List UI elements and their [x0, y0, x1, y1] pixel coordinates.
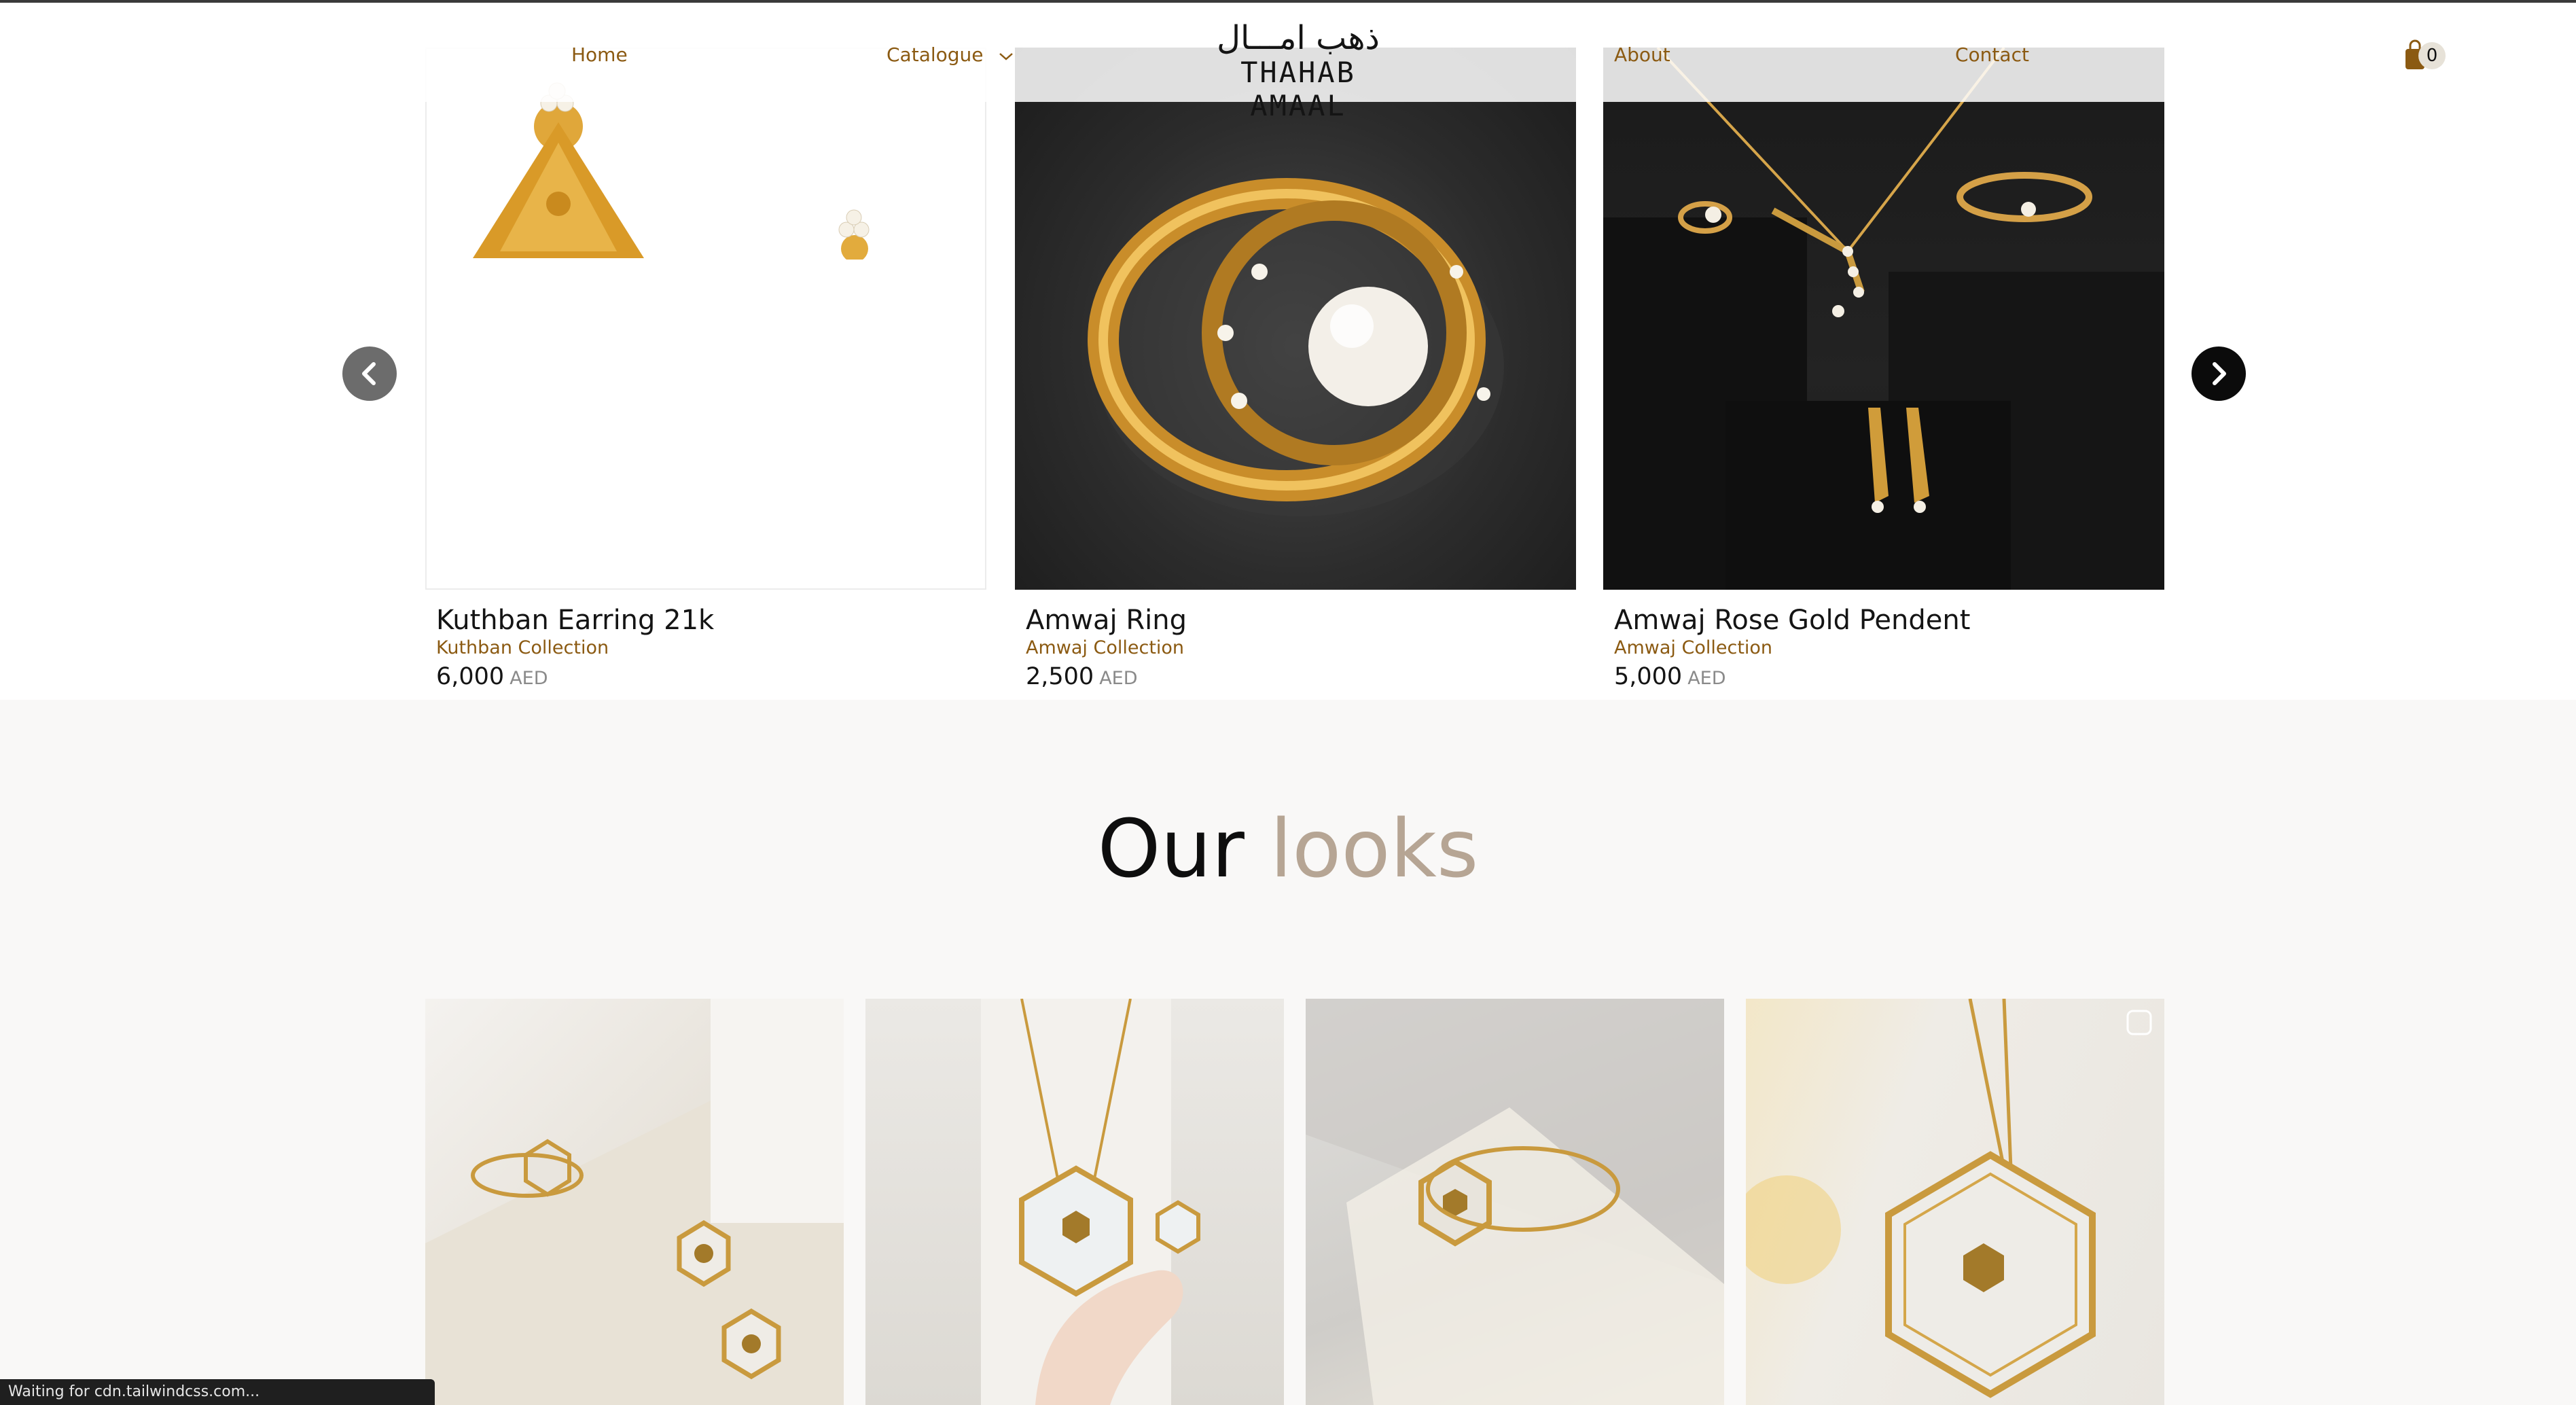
logo-arabic: ذهب امـــال	[1217, 19, 1380, 57]
chevron-right-icon	[2213, 362, 2226, 385]
product-collection[interactable]: Kuthban Collection	[436, 637, 609, 658]
price-value: 5,000	[1614, 663, 1683, 690]
nav-home[interactable]: Home	[571, 43, 628, 66]
cart-button[interactable]: 0	[2403, 38, 2447, 73]
site-header: Home Catalogue ذهب امـــال THAHAB AMAAL …	[0, 3, 2576, 122]
product-collection[interactable]: Amwaj Collection	[1614, 637, 1772, 658]
chevron-down-icon	[999, 43, 1014, 66]
look-set-image	[425, 999, 844, 1405]
product-name[interactable]: Amwaj Rose Gold Pendent	[1614, 605, 1970, 636]
looks-title: Our looks	[0, 802, 2576, 895]
product-price: 5,000 AED	[1614, 663, 1726, 690]
look-tile-4[interactable]	[1746, 999, 2164, 1405]
carousel-next-button[interactable]	[2192, 346, 2246, 401]
carousel-prev-button[interactable]	[342, 346, 397, 401]
product-image-earring[interactable]	[425, 48, 986, 590]
product-card-amwaj-pendent[interactable]: Amwaj Rose Gold Pendent Amwaj Collection…	[1603, 48, 2164, 690]
looks-title-word1: Our	[1097, 802, 1245, 895]
browser-status-bar: Waiting for cdn.tailwindcss.com...	[0, 1379, 435, 1405]
price-currency: AED	[1099, 668, 1138, 689]
logo-english: THAHAB AMAAL	[1240, 56, 1356, 122]
nav-catalogue[interactable]: Catalogue	[887, 43, 1014, 66]
ring-image	[1088, 178, 1504, 516]
product-name[interactable]: Kuthban Earring 21k	[436, 605, 714, 636]
product-image-ring[interactable]	[1015, 48, 1576, 590]
product-card-kuthban-earring[interactable]: Kuthban Earring 21k Kuthban Collection 6…	[425, 48, 986, 690]
price-value: 6,000	[436, 663, 505, 690]
look-pendant-image	[1746, 999, 2152, 1398]
product-price: 6,000 AED	[436, 663, 548, 690]
cart-count-badge: 0	[2418, 42, 2446, 69]
look-necklace-hand-image	[981, 999, 1200, 1405]
earring-image	[425, 82, 986, 590]
price-value: 2,500	[1026, 663, 1094, 690]
product-image-pendant[interactable]	[1603, 48, 2164, 590]
look-ring-image	[1306, 999, 1724, 1405]
reel-icon	[2126, 1010, 2152, 1035]
nav-contact[interactable]: Contact	[1955, 43, 2029, 66]
look-tile-3[interactable]	[1306, 999, 1724, 1405]
nav-catalogue-label: Catalogue	[887, 43, 984, 66]
pendant-image	[1603, 48, 2164, 590]
product-name[interactable]: Amwaj Ring	[1026, 605, 1187, 636]
site-logo[interactable]: ذهب امـــال THAHAB AMAAL	[1200, 19, 1397, 122]
price-currency: AED	[509, 668, 548, 689]
price-currency: AED	[1687, 668, 1726, 689]
chevron-left-icon	[362, 362, 376, 385]
looks-section: Our looks	[0, 700, 2576, 1405]
product-card-amwaj-ring[interactable]: Amwaj Ring Amwaj Collection 2,500 AED	[1015, 48, 1576, 690]
nav-about[interactable]: About	[1614, 43, 1670, 66]
look-tile-1[interactable]	[425, 999, 844, 1405]
look-tile-2[interactable]	[865, 999, 1284, 1405]
product-collection[interactable]: Amwaj Collection	[1026, 637, 1184, 658]
product-price: 2,500 AED	[1026, 663, 1138, 690]
looks-title-word2: looks	[1270, 802, 1479, 895]
